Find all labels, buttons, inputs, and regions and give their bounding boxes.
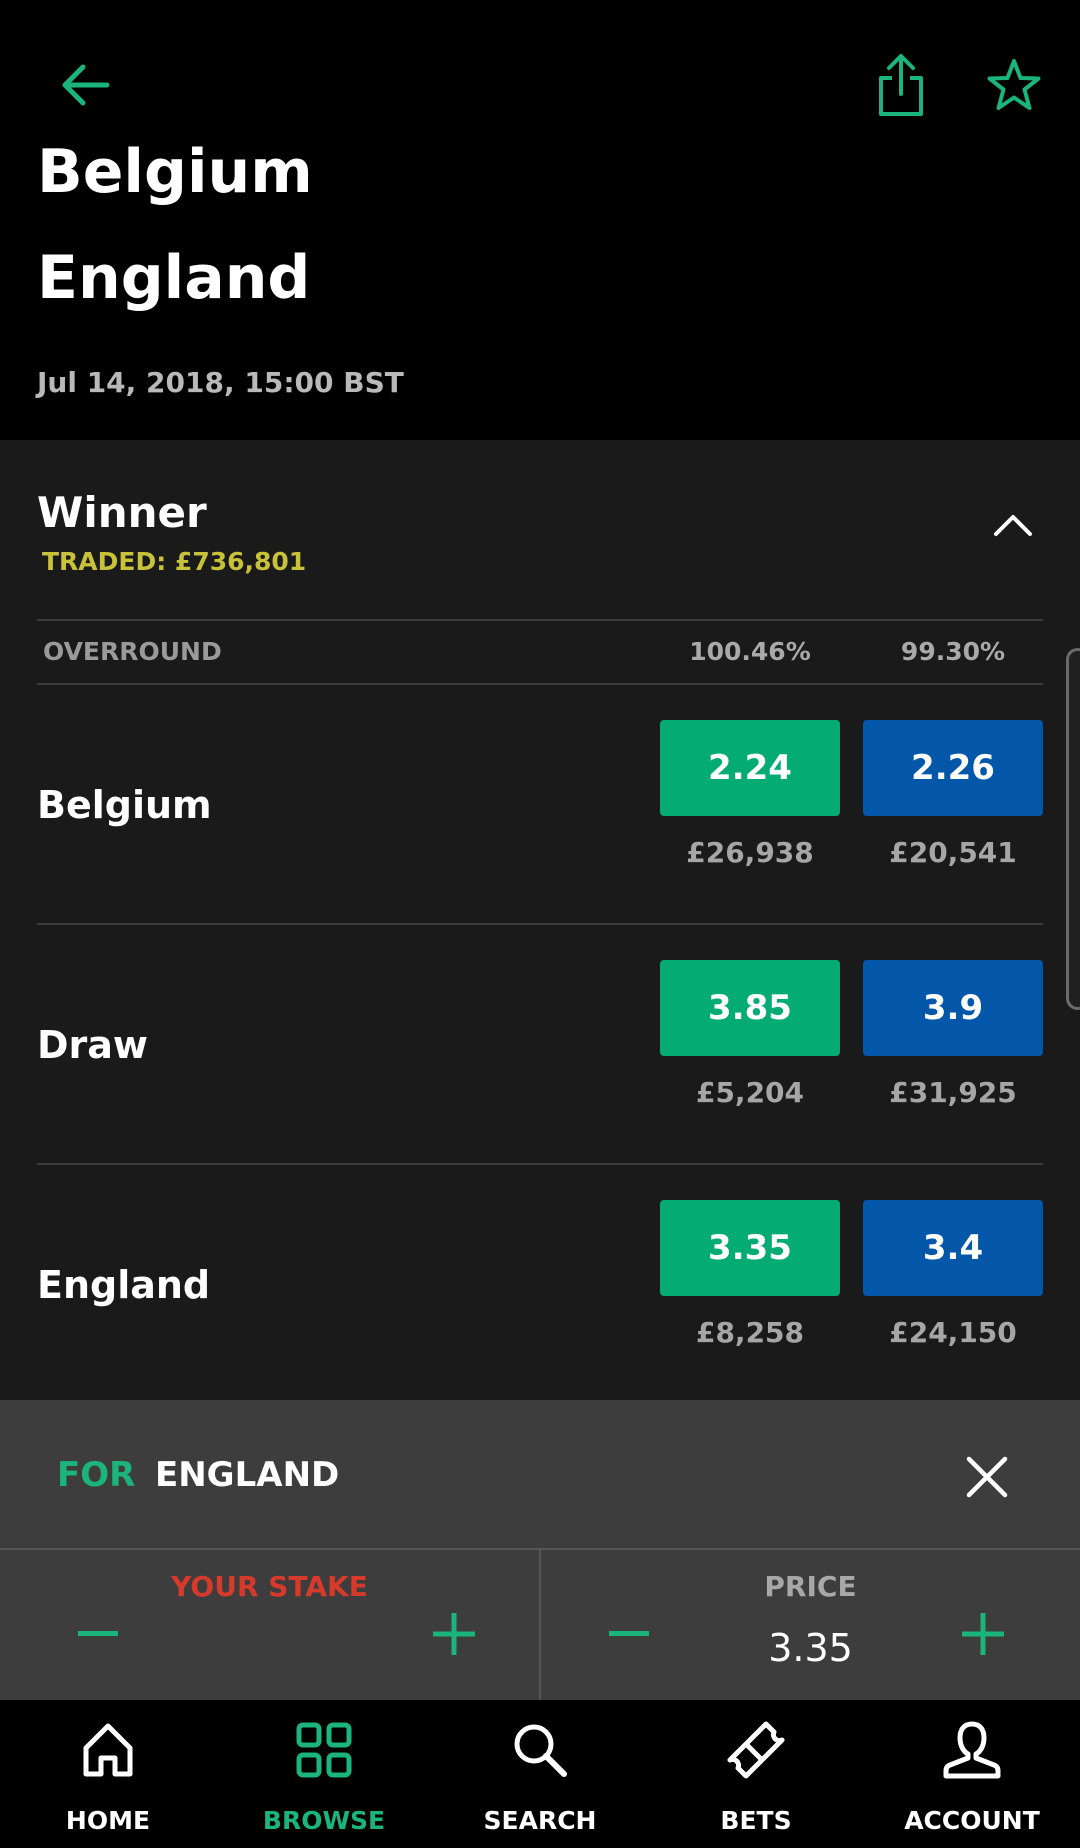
price-label: PRICE (764, 1570, 857, 1603)
nav-label: ACCOUNT (904, 1806, 1040, 1835)
stake-increase-button[interactable] (424, 1604, 484, 1664)
plus-icon (433, 1613, 475, 1655)
lay-volume: £20,541 (889, 836, 1017, 869)
back-price-button[interactable]: 3.85 (660, 960, 840, 1056)
event-header: Belgium England Jul 14, 2018, 15:00 BST (0, 0, 1080, 440)
user-icon (943, 1721, 1001, 1779)
runner-name: England (37, 1263, 211, 1307)
nav-label: HOME (65, 1806, 151, 1835)
share-button[interactable] (862, 45, 940, 125)
runner-row: Belgium 2.24 2.26 £26,938 £20,541 (37, 683, 1043, 925)
home-icon (83, 1723, 133, 1777)
nav-bets[interactable]: BETS (648, 1700, 864, 1848)
star-icon (987, 59, 1041, 110)
runner-name: Draw (37, 1023, 149, 1067)
back-price-button[interactable]: 2.24 (660, 720, 840, 816)
collapse-market-button[interactable] (982, 500, 1044, 550)
betslip-header: FOR ENGLAND (0, 1400, 1080, 1550)
scroll-indicator[interactable] (1066, 648, 1080, 1010)
minus-icon (78, 1631, 118, 1636)
close-betslip-button[interactable] (960, 1450, 1014, 1504)
winner-market: Winner TRADED: £736,801 OVERROUND 100.46… (0, 440, 1080, 1400)
back-button[interactable] (50, 45, 120, 125)
overround-row: OVERROUND 100.46% 99.30% (37, 619, 1043, 685)
price-control: PRICE 3.35 (541, 1550, 1080, 1700)
price-increase-button[interactable] (953, 1604, 1013, 1664)
back-price-button[interactable]: 3.35 (660, 1200, 840, 1296)
bet-selection: ENGLAND (155, 1455, 340, 1495)
grid-icon (296, 1722, 352, 1778)
bottom-navigation: HOME BROWSE SEARCH BETS ACCOUNT (0, 1700, 1080, 1848)
share-icon (879, 54, 923, 116)
favorite-button[interactable] (978, 45, 1050, 125)
lay-volume: £24,150 (889, 1316, 1017, 1349)
bet-side-label: FOR (57, 1455, 136, 1495)
nav-label: BROWSE (262, 1806, 386, 1835)
arrow-left-icon (62, 64, 110, 106)
nav-account[interactable]: ACCOUNT (864, 1700, 1080, 1848)
event-title-team-1: Belgium (37, 137, 313, 207)
lay-volume: £31,925 (889, 1076, 1017, 1109)
chevron-up-icon (994, 515, 1032, 536)
event-date: Jul 14, 2018, 15:00 BST (37, 366, 404, 399)
stake-label: YOUR STAKE (171, 1570, 368, 1603)
nav-label: BETS (720, 1806, 792, 1835)
lay-price-button[interactable]: 2.26 (863, 720, 1043, 816)
runner-name: Belgium (37, 783, 212, 827)
stake-decrease-button[interactable] (68, 1604, 128, 1664)
runner-row: England 3.35 3.4 £8,258 £24,150 (37, 1163, 1043, 1403)
event-title-team-2: England (37, 243, 311, 313)
nav-label: SEARCH (483, 1806, 597, 1835)
search-icon (514, 1724, 567, 1777)
market-title: Winner (37, 488, 207, 537)
close-icon (966, 1456, 1008, 1498)
lay-price-button[interactable]: 3.9 (863, 960, 1043, 1056)
nav-browse[interactable]: BROWSE (216, 1700, 432, 1848)
nav-search[interactable]: SEARCH (432, 1700, 648, 1848)
nav-home[interactable]: HOME (0, 1700, 216, 1848)
overround-lay: 99.30% (900, 637, 1006, 666)
runner-row: Draw 3.85 3.9 £5,204 £31,925 (37, 923, 1043, 1165)
ticket-icon (727, 1721, 785, 1779)
plus-icon (962, 1613, 1004, 1655)
traded-amount: TRADED: £736,801 (42, 547, 307, 576)
betslip-panel: FOR ENGLAND YOUR STAKE PRICE 3.35 (0, 1400, 1080, 1700)
overround-back: 100.46% (689, 637, 811, 666)
lay-price-button[interactable]: 3.4 (863, 1200, 1043, 1296)
back-volume: £5,204 (695, 1076, 805, 1109)
back-volume: £8,258 (695, 1316, 805, 1349)
overround-label: OVERROUND (43, 637, 222, 666)
back-volume: £26,938 (686, 836, 814, 869)
stake-control: YOUR STAKE (0, 1550, 541, 1700)
